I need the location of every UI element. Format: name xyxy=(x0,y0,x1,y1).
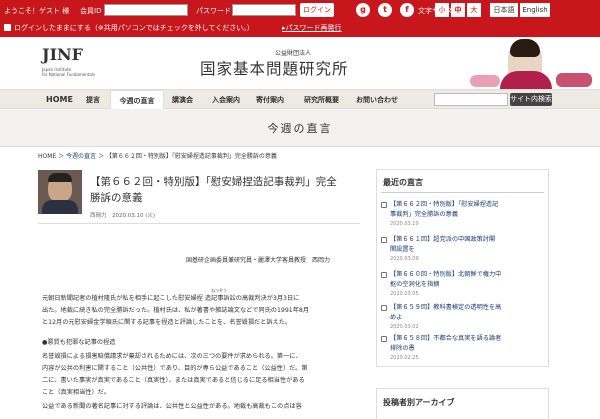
archive-box: 投稿者別アーカイブ xyxy=(376,388,549,419)
article-author[interactable]: 西岡力 xyxy=(90,211,107,219)
search-button[interactable]: サイト内検索 xyxy=(510,93,552,106)
sidebar-item-line1: 【第６６１回】超党派の中国政策討閣 xyxy=(390,236,496,243)
document-icon xyxy=(381,237,387,243)
password-input[interactable] xyxy=(232,4,296,16)
logo[interactable]: JINF Japan Institute for National Fundam… xyxy=(42,45,95,85)
member-id-input[interactable] xyxy=(104,4,188,16)
document-icon xyxy=(381,336,387,342)
google-plus-icon[interactable]: g xyxy=(356,3,370,17)
org-name: 国家基本問題研究所 xyxy=(200,60,349,78)
nav-weekly[interactable]: 今週の直言 xyxy=(110,90,164,111)
keep-login-label: ログインしたままにする（※共用パソコンではチェックを外してください。） xyxy=(14,24,254,32)
paragraph-line: と12月の元慰安婦金学順氏に関する記事を捏造と評論したことを、名誉毀損だと訴えた… xyxy=(42,319,292,326)
nav-proposals[interactable]: 提言 xyxy=(86,90,100,110)
archive-title: 投稿者別アーカイブ xyxy=(383,398,455,407)
sidebar-item[interactable]: 【第６６０回・特別版】北朝鮮で権力中 枢の空洞化を指摘 2020.03.05 xyxy=(381,270,546,300)
sidebar-item-line1: 【第６６０回・特別版】北朝鮮で権力中 xyxy=(390,271,502,278)
breadcrumb-current: 【第６６２回・特別版】「慰安婦捏造記事裁判」完全勝訴の意義 xyxy=(105,153,277,160)
sidebar-item-line1: 【第６６２回・特別版】「慰安婦捏造記 xyxy=(390,201,499,208)
article-title-line1: 【第６６２回・特別版】「慰安婦捏造記事裁判」完全 xyxy=(90,176,337,188)
lang-ja-button[interactable]: 日本語 xyxy=(490,3,518,17)
sidebar-item-date: 2020.03.10 xyxy=(390,221,419,227)
site-header: JINF Japan Institute for National Fundam… xyxy=(0,37,600,89)
greeting: ようこそ！ゲスト 様 xyxy=(4,7,70,15)
login-button[interactable]: ログイン xyxy=(300,3,334,17)
document-icon xyxy=(381,305,387,311)
sidebar-item-line1: 【第６５８回】不都合な真実を語る論者 xyxy=(390,335,502,342)
sidebar-item-date: 2020.03.09 xyxy=(390,256,419,262)
sidebar-item-line2: 関設置を xyxy=(390,246,415,253)
sidebar-item[interactable]: 【第６６１回】超党派の中国政策討閣 関設置を 2020.03.09 xyxy=(381,235,546,265)
logo-sub2: for National Fundamentals xyxy=(42,72,95,77)
sidebar-item[interactable]: 【第６５８回】不都合な真実を語る論者 排除の愚 2020.02.25 xyxy=(381,334,546,364)
nav-lectures[interactable]: 講演会 xyxy=(172,90,193,110)
sidebar-item-line1: 【第６５９回】教科書検定の透明性を高 xyxy=(390,304,502,311)
password-reset-text: パスワード再発行 xyxy=(285,24,342,32)
paragraph-line: 内容が公共の利害に関すること（公共性）であり、目的が専ら公益であること（公益性）… xyxy=(42,365,308,372)
chevron-right-icon: ＞ xyxy=(58,153,67,160)
breadcrumb: HOME ＞ 今週の直言 ＞ 【第６６２回・特別版】「慰安婦捏造記事裁判」完全勝… xyxy=(38,151,277,160)
nav-donation[interactable]: 寄付案内 xyxy=(256,90,284,110)
document-icon xyxy=(381,272,387,278)
text-size-small[interactable]: 小 xyxy=(435,3,449,17)
sidebar-item-date: 2020.02.25 xyxy=(390,355,419,361)
nav-home[interactable]: HOME xyxy=(46,90,73,110)
breadcrumb-section[interactable]: 今週の直言 xyxy=(66,153,96,160)
recent-posts-sidebar: 最近の直言 【第６６２回・特別版】「慰安婦捏造記 事裁判」完全勝訴の意義 202… xyxy=(376,169,549,367)
sidebar-item-date: 2020.03.05 xyxy=(390,291,419,297)
page-title-band: 今週の直言 xyxy=(0,109,600,147)
paragraph-line: 元朝日新聞記者の植村隆氏が私を相手に起こした慰安婦捏 造記事訴訟の高裁判決が3月… xyxy=(42,295,300,302)
sidebar-item-line2: 事裁判」完全勝訴の意義 xyxy=(390,211,459,218)
sidebar-item-line2: めよ xyxy=(390,314,403,321)
divider xyxy=(381,192,544,193)
sidebar-item-line2: 枢の空洞化を指摘 xyxy=(390,281,440,288)
org-title: 公益財団法人 国家基本問題研究所 xyxy=(200,49,400,81)
search-input[interactable] xyxy=(434,93,508,106)
keep-login-checkbox[interactable] xyxy=(4,24,11,31)
paragraph-line: 公益である新聞の著名記事に対する評論は、公共性と公益性がある。地裁も高裁もこの点… xyxy=(42,403,302,410)
sidebar-title: 最近の直言 xyxy=(383,178,423,187)
org-type: 公益財団法人 xyxy=(275,50,312,57)
twitter-icon[interactable]: t xyxy=(378,3,392,17)
nav-about[interactable]: 研究所概要 xyxy=(304,90,339,110)
top-bar: ようこそ！ゲスト 様 会員ID パスワード ログイン ログインしたままにする（※… xyxy=(0,0,600,37)
lang-en-button[interactable]: English xyxy=(520,3,550,17)
sidebar-item[interactable]: 【第６５９回】教科書検定の透明性を高 めよ 2020.03.02 xyxy=(381,303,546,333)
sidebar-item-date: 2020.03.02 xyxy=(390,324,419,330)
paragraph-line: 名誉毀損による損害賠償請求が棄却されるためには、次の三つの要件が求められる。第一… xyxy=(42,353,302,360)
portrait-photo xyxy=(460,37,600,89)
article-title-line2: 勝訴の意義 xyxy=(90,192,143,204)
text-size-large[interactable]: 大 xyxy=(467,3,481,17)
text-size-medium[interactable]: 中 xyxy=(451,3,465,17)
document-icon xyxy=(381,202,387,208)
paragraph-line: こと（真実相当性）だ。 xyxy=(42,389,110,396)
divider xyxy=(38,223,360,224)
chevron-right-icon: ＞ xyxy=(97,153,106,160)
main-nav: HOME 提言 今週の直言 講演会 入会案内 寄付案内 研究所概要 お問い合わせ… xyxy=(0,89,600,111)
section-heading: ●悪質も犯罪な記事の捏造 xyxy=(42,339,116,346)
nav-contact[interactable]: お問い合わせ xyxy=(356,90,398,110)
facebook-icon[interactable]: f xyxy=(400,3,414,17)
paragraph-line: 出た。地裁に続き私の完全勝訴だった。植村氏は、私が著書や雑誌論文などで同氏の19… xyxy=(42,307,310,314)
breadcrumb-home[interactable]: HOME xyxy=(38,153,56,160)
password-label: パスワード xyxy=(196,7,231,15)
author-affiliation: 国基研企画委員兼研究員・麗澤大学客員教授 西岡力 xyxy=(186,257,331,264)
member-id-label: 会員ID xyxy=(80,7,102,15)
logo-text: JINF xyxy=(42,45,84,64)
paragraph-line: 二に、書いた事実が真実であること（真実性）、または真実であると信じるに足る相当性… xyxy=(42,377,305,384)
sidebar-item[interactable]: 【第６６２回・特別版】「慰安婦捏造記 事裁判」完全勝訴の意義 2020.03.1… xyxy=(381,200,546,230)
nav-membership[interactable]: 入会案内 xyxy=(212,90,240,110)
page-title: 今週の直言 xyxy=(267,122,333,135)
author-photo xyxy=(38,170,82,214)
article: 【第６６２回・特別版】「慰安婦捏造記事裁判」完全 勝訴の意義 西岡力 2020.… xyxy=(38,166,360,419)
sidebar-item-line2: 排除の愚 xyxy=(390,345,415,352)
password-reset-link[interactable]: ▸パスワード再発行 xyxy=(282,23,342,33)
article-date: 2020.03.10 (火) xyxy=(112,213,156,219)
